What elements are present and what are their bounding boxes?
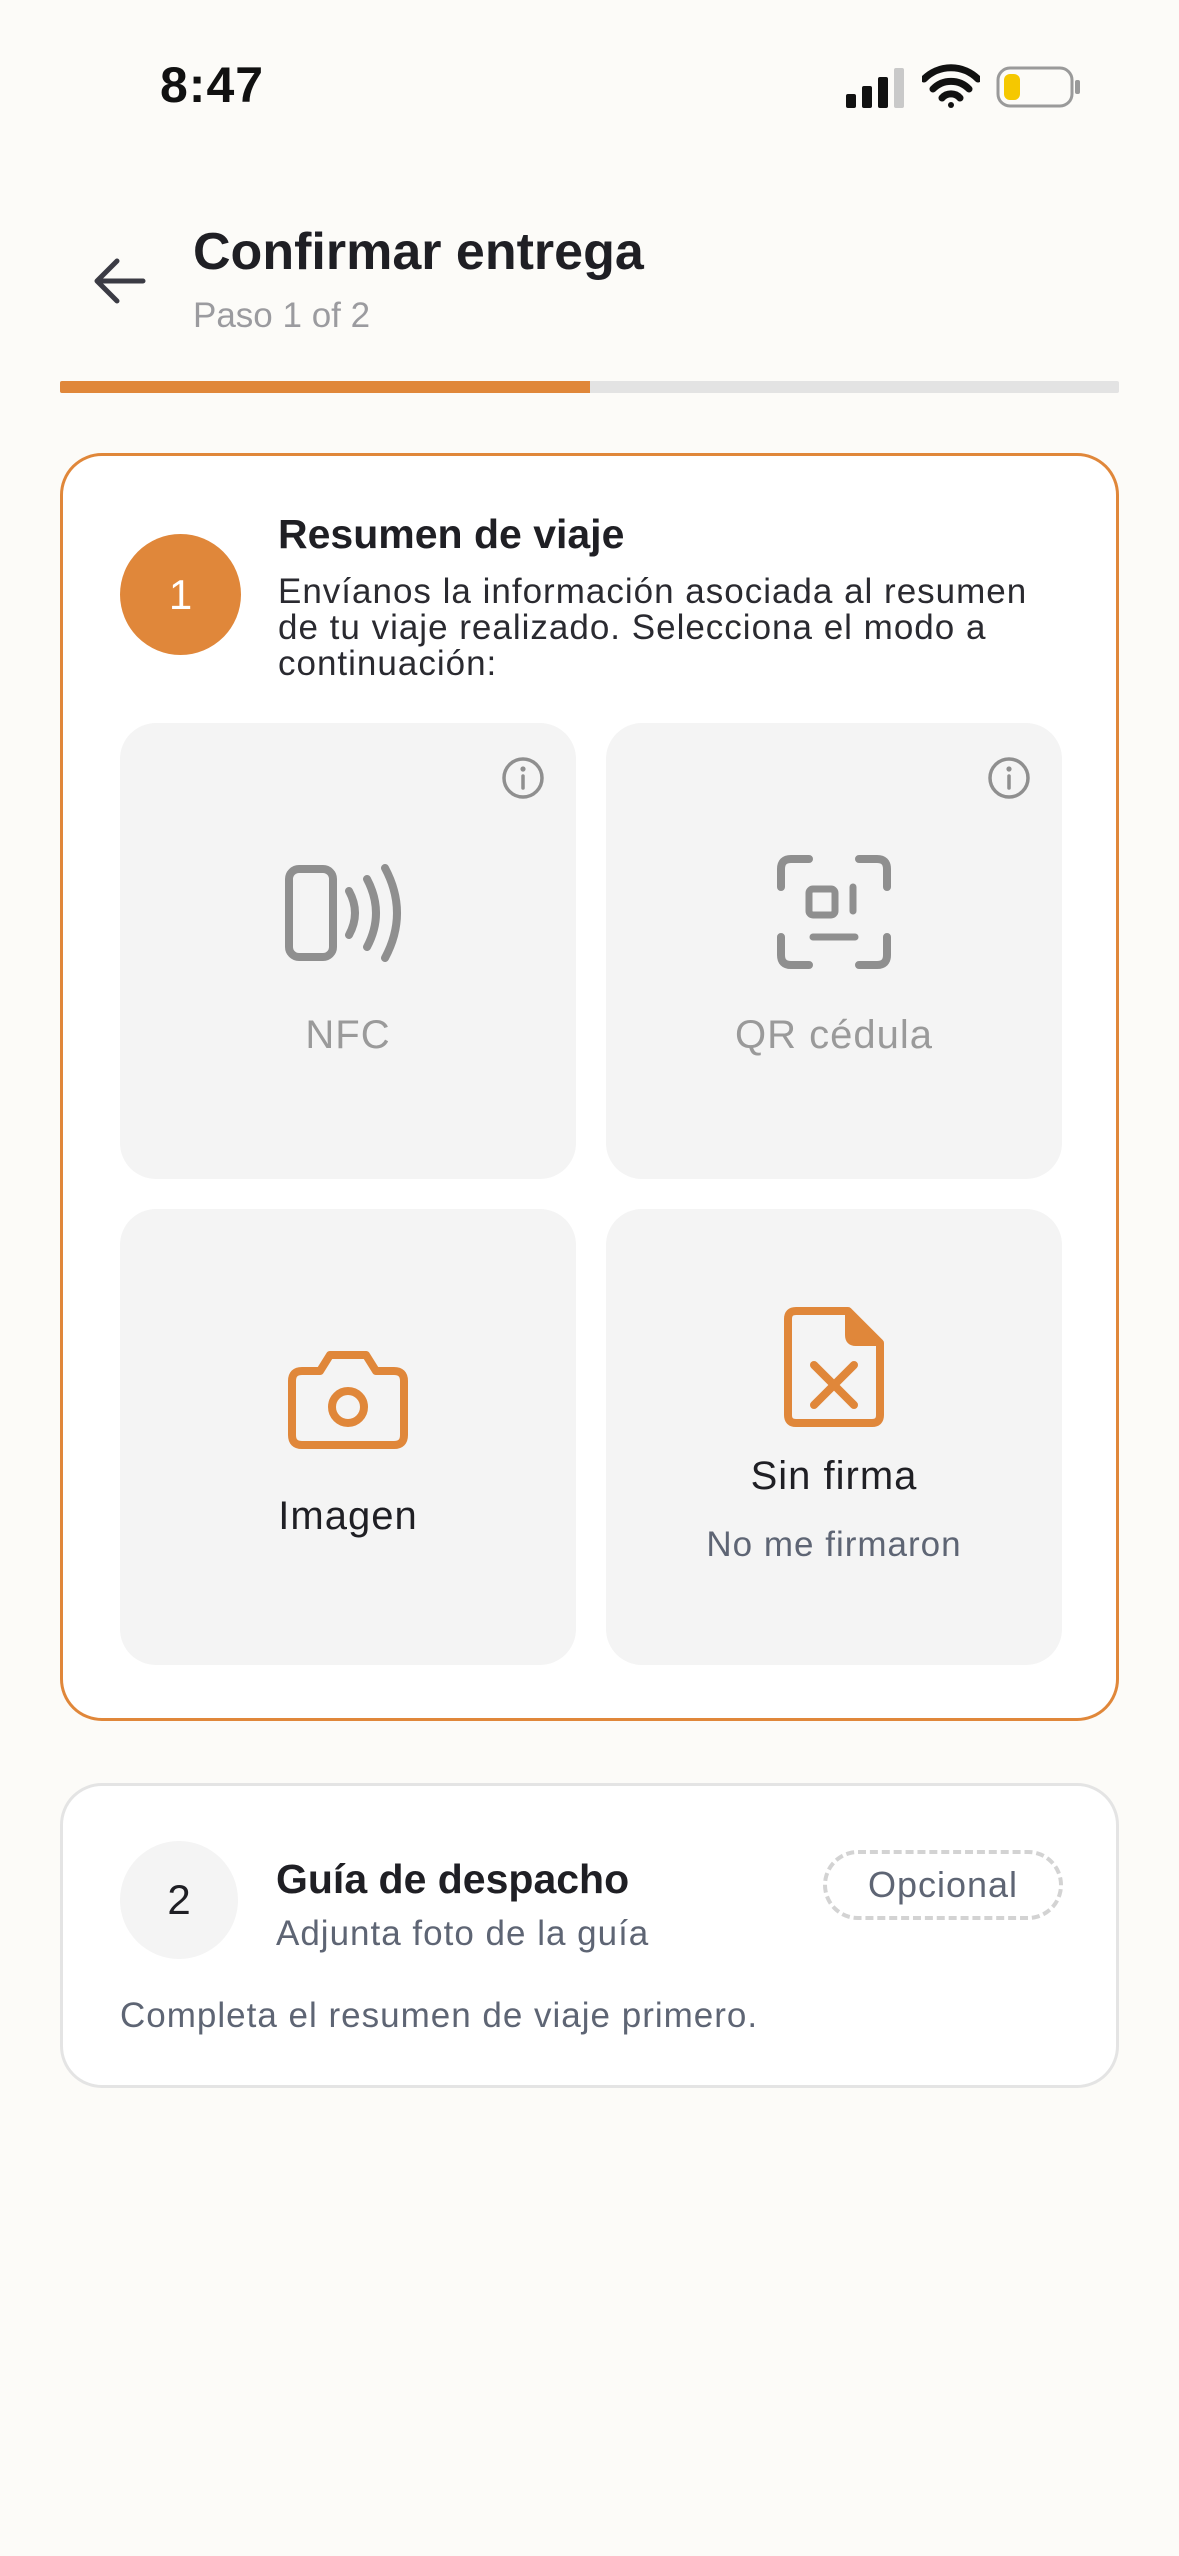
trip-summary-description: Envíanos la información asociada al resu…	[278, 572, 1028, 683]
nfc-icon	[285, 864, 401, 962]
status-bar: 8:47	[0, 0, 1179, 150]
dispatch-guide-title: Guía de despacho	[276, 1856, 630, 1902]
cellular-signal-icon	[846, 68, 904, 108]
status-time: 8:47	[160, 57, 265, 113]
dispatch-guide-card: 2 Guía de despacho Adjunta foto de la gu…	[60, 1783, 1119, 2088]
confirm-delivery-screen: 8:47 Confirmar entrega Paso 1 of 2 1 Res…	[0, 0, 1179, 2556]
info-icon[interactable]	[986, 755, 1032, 801]
step-number-badge: 2	[120, 1841, 238, 1959]
trip-summary-title: Resumen de viaje	[278, 511, 625, 557]
option-qr-cedula[interactable]: QR cédula	[606, 723, 1062, 1179]
option-image-label: Imagen	[278, 1494, 418, 1538]
option-image[interactable]: Imagen	[120, 1209, 576, 1665]
dispatch-guide-note: Completa el resumen de viaje primero.	[120, 1996, 759, 2035]
info-icon[interactable]	[500, 755, 546, 801]
back-button[interactable]	[84, 246, 154, 316]
option-no-signature-sublabel: No me firmaron	[706, 1525, 962, 1564]
page-title: Confirmar entrega	[193, 223, 644, 281]
step-indicator: Paso 1 of 2	[193, 296, 371, 335]
wifi-icon	[922, 64, 980, 108]
qr-scan-icon	[777, 855, 891, 969]
progress-bar-fill	[60, 381, 590, 393]
progress-bar	[60, 381, 1119, 393]
step-number-badge: 1	[120, 534, 241, 655]
option-no-signature-label: Sin firma	[750, 1454, 918, 1498]
trip-summary-card: 1 Resumen de viaje Envíanos la informaci…	[60, 453, 1119, 1721]
option-nfc[interactable]: NFC	[120, 723, 576, 1179]
camera-icon	[288, 1351, 408, 1449]
optional-badge: Opcional	[823, 1850, 1063, 1920]
arrow-left-icon	[94, 258, 146, 304]
option-no-signature[interactable]: Sin firma No me firmaron	[606, 1209, 1062, 1665]
option-nfc-label: NFC	[305, 1013, 391, 1057]
option-qr-label: QR cédula	[735, 1013, 933, 1057]
dispatch-guide-subtitle: Adjunta foto de la guía	[276, 1914, 650, 1953]
file-x-icon	[784, 1307, 884, 1427]
battery-icon	[996, 66, 1080, 108]
